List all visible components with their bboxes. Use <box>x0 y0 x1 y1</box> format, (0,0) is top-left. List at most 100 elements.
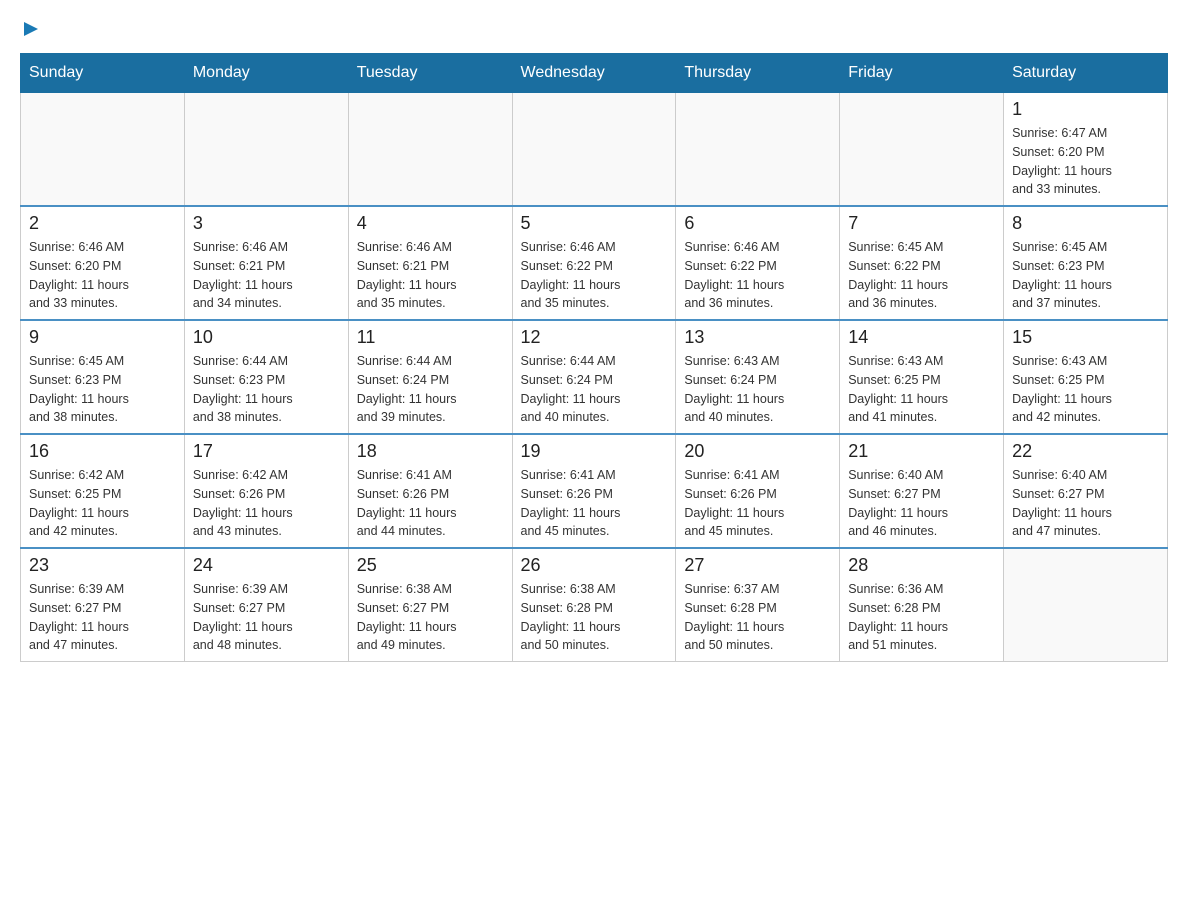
day-number: 16 <box>29 441 176 462</box>
day-info: Sunrise: 6:43 AMSunset: 6:25 PMDaylight:… <box>848 352 995 427</box>
day-info: Sunrise: 6:46 AMSunset: 6:21 PMDaylight:… <box>193 238 340 313</box>
day-info: Sunrise: 6:46 AMSunset: 6:22 PMDaylight:… <box>684 238 831 313</box>
day-number: 21 <box>848 441 995 462</box>
calendar-cell: 16 Sunrise: 6:42 AMSunset: 6:25 PMDayligh… <box>21 434 185 548</box>
day-number: 12 <box>521 327 668 348</box>
calendar-cell: 27 Sunrise: 6:37 AMSunset: 6:28 PMDayligh… <box>676 548 840 662</box>
day-number: 13 <box>684 327 831 348</box>
day-info: Sunrise: 6:46 AMSunset: 6:21 PMDaylight:… <box>357 238 504 313</box>
day-number: 27 <box>684 555 831 576</box>
day-number: 22 <box>1012 441 1159 462</box>
page-header <box>20 20 1168 43</box>
day-info: Sunrise: 6:42 AMSunset: 6:25 PMDaylight:… <box>29 466 176 541</box>
day-info: Sunrise: 6:43 AMSunset: 6:24 PMDaylight:… <box>684 352 831 427</box>
calendar-cell <box>840 93 1004 207</box>
calendar-cell: 22 Sunrise: 6:40 AMSunset: 6:27 PMDayligh… <box>1004 434 1168 548</box>
day-info: Sunrise: 6:41 AMSunset: 6:26 PMDaylight:… <box>684 466 831 541</box>
day-number: 1 <box>1012 99 1159 120</box>
day-number: 26 <box>521 555 668 576</box>
weekday-header-friday: Friday <box>840 54 1004 93</box>
day-number: 20 <box>684 441 831 462</box>
day-info: Sunrise: 6:41 AMSunset: 6:26 PMDaylight:… <box>521 466 668 541</box>
weekday-header-tuesday: Tuesday <box>348 54 512 93</box>
calendar-cell: 26 Sunrise: 6:38 AMSunset: 6:28 PMDayligh… <box>512 548 676 662</box>
day-number: 24 <box>193 555 340 576</box>
calendar-cell: 6 Sunrise: 6:46 AMSunset: 6:22 PMDaylight… <box>676 206 840 320</box>
day-info: Sunrise: 6:46 AMSunset: 6:20 PMDaylight:… <box>29 238 176 313</box>
calendar-cell: 15 Sunrise: 6:43 AMSunset: 6:25 PMDayligh… <box>1004 320 1168 434</box>
calendar-week-4: 16 Sunrise: 6:42 AMSunset: 6:25 PMDayligh… <box>21 434 1168 548</box>
day-number: 11 <box>357 327 504 348</box>
day-info: Sunrise: 6:38 AMSunset: 6:27 PMDaylight:… <box>357 580 504 655</box>
day-info: Sunrise: 6:42 AMSunset: 6:26 PMDaylight:… <box>193 466 340 541</box>
day-info: Sunrise: 6:44 AMSunset: 6:23 PMDaylight:… <box>193 352 340 427</box>
calendar-cell: 17 Sunrise: 6:42 AMSunset: 6:26 PMDayligh… <box>184 434 348 548</box>
weekday-header-thursday: Thursday <box>676 54 840 93</box>
calendar-cell: 14 Sunrise: 6:43 AMSunset: 6:25 PMDayligh… <box>840 320 1004 434</box>
day-info: Sunrise: 6:39 AMSunset: 6:27 PMDaylight:… <box>29 580 176 655</box>
day-number: 2 <box>29 213 176 234</box>
calendar-table: SundayMondayTuesdayWednesdayThursdayFrid… <box>20 53 1168 662</box>
calendar-cell: 7 Sunrise: 6:45 AMSunset: 6:22 PMDaylight… <box>840 206 1004 320</box>
calendar-cell <box>21 93 185 207</box>
calendar-cell: 13 Sunrise: 6:43 AMSunset: 6:24 PMDayligh… <box>676 320 840 434</box>
calendar-week-2: 2 Sunrise: 6:46 AMSunset: 6:20 PMDaylight… <box>21 206 1168 320</box>
calendar-cell: 9Sunrise: 6:45 AMSunset: 6:23 PMDaylight… <box>21 320 185 434</box>
day-info: Sunrise: 6:37 AMSunset: 6:28 PMDaylight:… <box>684 580 831 655</box>
calendar-cell: 12Sunrise: 6:44 AMSunset: 6:24 PMDayligh… <box>512 320 676 434</box>
day-number: 10 <box>193 327 340 348</box>
day-info: Sunrise: 6:45 AMSunset: 6:23 PMDaylight:… <box>29 352 176 427</box>
calendar-cell <box>184 93 348 207</box>
calendar-cell: 4Sunrise: 6:46 AMSunset: 6:21 PMDaylight… <box>348 206 512 320</box>
day-number: 17 <box>193 441 340 462</box>
calendar-cell: 11 Sunrise: 6:44 AMSunset: 6:24 PMDayligh… <box>348 320 512 434</box>
calendar-cell <box>348 93 512 207</box>
calendar-cell: 20 Sunrise: 6:41 AMSunset: 6:26 PMDayligh… <box>676 434 840 548</box>
weekday-header-wednesday: Wednesday <box>512 54 676 93</box>
weekday-header-sunday: Sunday <box>21 54 185 93</box>
calendar-cell <box>1004 548 1168 662</box>
day-number: 14 <box>848 327 995 348</box>
day-number: 7 <box>848 213 995 234</box>
calendar-cell: 25 Sunrise: 6:38 AMSunset: 6:27 PMDayligh… <box>348 548 512 662</box>
calendar-cell: 5 Sunrise: 6:46 AMSunset: 6:22 PMDaylight… <box>512 206 676 320</box>
day-number: 8 <box>1012 213 1159 234</box>
day-number: 15 <box>1012 327 1159 348</box>
day-info: Sunrise: 6:38 AMSunset: 6:28 PMDaylight:… <box>521 580 668 655</box>
calendar-cell: 19 Sunrise: 6:41 AMSunset: 6:26 PMDayligh… <box>512 434 676 548</box>
calendar-cell: 23Sunrise: 6:39 AMSunset: 6:27 PMDayligh… <box>21 548 185 662</box>
calendar-cell: 8 Sunrise: 6:45 AMSunset: 6:23 PMDaylight… <box>1004 206 1168 320</box>
calendar-cell: 10 Sunrise: 6:44 AMSunset: 6:23 PMDayligh… <box>184 320 348 434</box>
calendar-cell: 2 Sunrise: 6:46 AMSunset: 6:20 PMDaylight… <box>21 206 185 320</box>
calendar-week-5: 23Sunrise: 6:39 AMSunset: 6:27 PMDayligh… <box>21 548 1168 662</box>
calendar-cell: 28 Sunrise: 6:36 AMSunset: 6:28 PMDayligh… <box>840 548 1004 662</box>
calendar-cell <box>512 93 676 207</box>
day-info: Sunrise: 6:40 AMSunset: 6:27 PMDaylight:… <box>848 466 995 541</box>
calendar-cell: 1 Sunrise: 6:47 AMSunset: 6:20 PMDaylight… <box>1004 93 1168 207</box>
day-info: Sunrise: 6:46 AMSunset: 6:22 PMDaylight:… <box>521 238 668 313</box>
day-number: 3 <box>193 213 340 234</box>
day-info: Sunrise: 6:45 AMSunset: 6:22 PMDaylight:… <box>848 238 995 313</box>
day-number: 5 <box>521 213 668 234</box>
calendar-week-3: 9Sunrise: 6:45 AMSunset: 6:23 PMDaylight… <box>21 320 1168 434</box>
weekday-header-saturday: Saturday <box>1004 54 1168 93</box>
calendar-cell: 18Sunrise: 6:41 AMSunset: 6:26 PMDayligh… <box>348 434 512 548</box>
calendar-cell: 24 Sunrise: 6:39 AMSunset: 6:27 PMDayligh… <box>184 548 348 662</box>
day-info: Sunrise: 6:36 AMSunset: 6:28 PMDaylight:… <box>848 580 995 655</box>
day-info: Sunrise: 6:45 AMSunset: 6:23 PMDaylight:… <box>1012 238 1159 313</box>
day-number: 28 <box>848 555 995 576</box>
day-info: Sunrise: 6:47 AMSunset: 6:20 PMDaylight:… <box>1012 124 1159 199</box>
day-info: Sunrise: 6:39 AMSunset: 6:27 PMDaylight:… <box>193 580 340 655</box>
logo <box>20 20 40 43</box>
day-info: Sunrise: 6:44 AMSunset: 6:24 PMDaylight:… <box>357 352 504 427</box>
day-info: Sunrise: 6:43 AMSunset: 6:25 PMDaylight:… <box>1012 352 1159 427</box>
calendar-cell: 3 Sunrise: 6:46 AMSunset: 6:21 PMDaylight… <box>184 206 348 320</box>
calendar-cell: 21 Sunrise: 6:40 AMSunset: 6:27 PMDayligh… <box>840 434 1004 548</box>
day-info: Sunrise: 6:40 AMSunset: 6:27 PMDaylight:… <box>1012 466 1159 541</box>
day-info: Sunrise: 6:41 AMSunset: 6:26 PMDaylight:… <box>357 466 504 541</box>
day-number: 19 <box>521 441 668 462</box>
calendar-cell <box>676 93 840 207</box>
day-number: 25 <box>357 555 504 576</box>
calendar-week-1: 1 Sunrise: 6:47 AMSunset: 6:20 PMDaylight… <box>21 93 1168 207</box>
day-number: 6 <box>684 213 831 234</box>
